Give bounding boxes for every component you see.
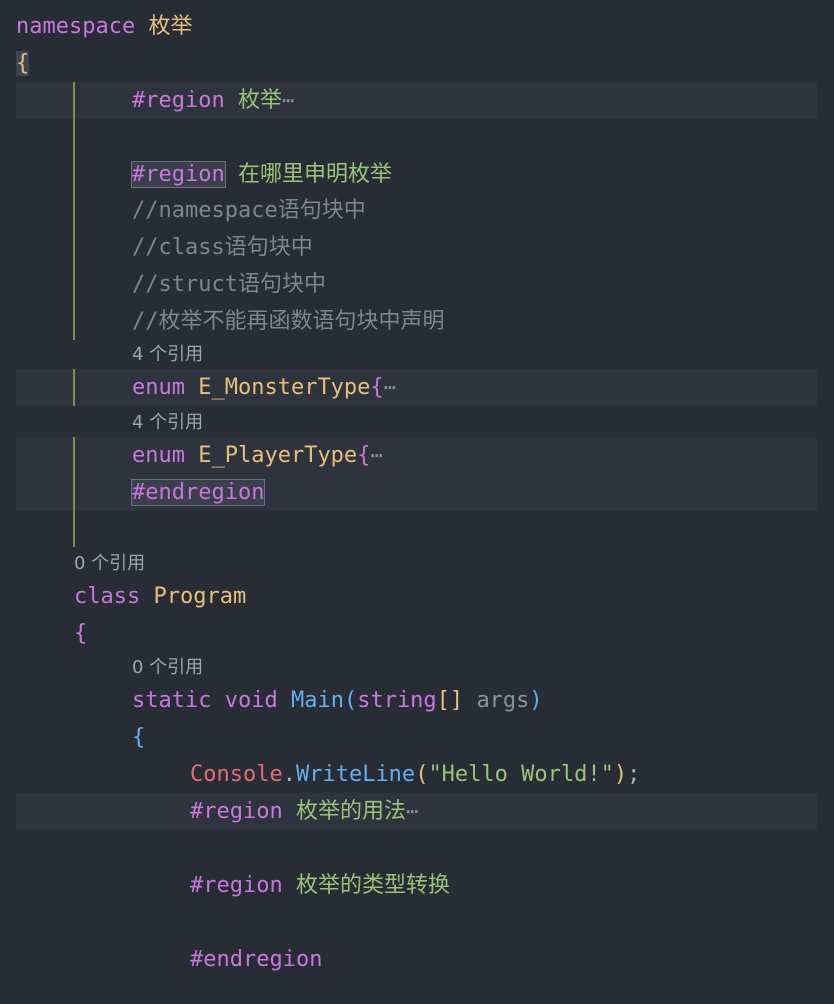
- brace: {: [132, 725, 146, 750]
- reference-count-codelens[interactable]: 0 个引用: [132, 655, 203, 681]
- code-line: static void Main(string[] args): [132, 682, 543, 719]
- parameter-name: args: [476, 688, 530, 713]
- fold-ellipsis-icon[interactable]: ⋯: [406, 799, 418, 823]
- region-keyword: #region: [131, 161, 226, 188]
- semicolon: ;: [627, 762, 641, 787]
- keyword: void: [224, 688, 278, 713]
- endregion-keyword: #endregion: [190, 947, 323, 972]
- code-line[interactable]: enum E_MonsterType{⋯: [132, 369, 396, 406]
- keyword: class: [74, 584, 141, 609]
- indent-guide: [73, 82, 75, 340]
- comment-line: //struct语句块中: [132, 272, 326, 297]
- namespace-name: 枚举: [148, 14, 193, 39]
- dot: .: [282, 762, 296, 787]
- string-literal: "Hello World!": [428, 762, 614, 787]
- paren: ): [613, 762, 628, 787]
- code-line: #endregion: [130, 474, 266, 511]
- brace: {: [16, 51, 30, 76]
- code-line: #region 在哪里申明枚举: [131, 156, 392, 193]
- endregion-keyword: #endregion: [130, 479, 266, 506]
- method-name: Main: [290, 688, 344, 713]
- keyword: string: [357, 688, 437, 713]
- code-line: class Program: [74, 578, 246, 615]
- fold-ellipsis-icon[interactable]: ⋯: [370, 443, 382, 467]
- keyword: enum: [132, 375, 185, 400]
- code-line: {: [132, 719, 145, 756]
- region-name: 枚举的类型转换: [295, 873, 450, 898]
- code-line[interactable]: #region 枚举⋯: [132, 82, 294, 119]
- reference-count-codelens[interactable]: 0 个引用: [74, 551, 145, 577]
- class-ref: Console: [190, 762, 283, 787]
- indent-guide: [73, 369, 75, 406]
- region-keyword: #region: [190, 799, 283, 824]
- indent-guide: [73, 437, 75, 547]
- code-line: #endregion: [190, 941, 322, 978]
- code-line: {: [74, 615, 87, 652]
- region-name: 枚举的用法: [295, 799, 406, 824]
- code-line[interactable]: #region 枚举的用法⋯: [190, 793, 418, 830]
- code-line: namespace 枚举: [16, 8, 192, 45]
- comment-line: //枚举不能再函数语句块中声明: [132, 309, 445, 334]
- method-call: WriteLine: [295, 762, 416, 787]
- fold-ellipsis-icon[interactable]: ⋯: [384, 375, 396, 399]
- region-name: 枚举: [237, 88, 282, 113]
- keyword: namespace: [16, 14, 136, 39]
- brace: {: [74, 621, 88, 646]
- brace: {: [370, 375, 384, 400]
- fold-ellipsis-icon[interactable]: ⋯: [282, 88, 294, 112]
- region-keyword: #region: [190, 873, 283, 898]
- code-line: {: [16, 45, 30, 82]
- brace: {: [357, 443, 371, 468]
- paren: ): [529, 688, 543, 713]
- code-line: Console.WriteLine("Hello World!");: [190, 756, 640, 793]
- comment-line: //class语句块中: [132, 235, 313, 260]
- keyword: static: [132, 688, 212, 713]
- region-keyword: #region: [132, 88, 225, 113]
- code-line[interactable]: enum E_PlayerType{⋯: [132, 437, 382, 474]
- class-name: Program: [153, 584, 247, 609]
- paren: (: [343, 688, 358, 713]
- enum-name: E_MonsterType: [198, 375, 371, 400]
- code-line: #region 枚举的类型转换: [190, 867, 450, 904]
- paren: (: [415, 762, 429, 787]
- enum-name: E_PlayerType: [198, 443, 358, 468]
- keyword: enum: [132, 443, 185, 468]
- reference-count-codelens[interactable]: 4 个引用: [132, 410, 203, 436]
- brackets: []: [436, 688, 464, 713]
- code-editor[interactable]: namespace 枚举 { #region 枚举⋯ #region 在哪里申明…: [0, 0, 834, 1004]
- region-name: 在哪里申明枚举: [237, 162, 392, 187]
- reference-count-codelens[interactable]: 4 个引用: [132, 342, 203, 368]
- comment-line: //namespace语句块中: [132, 198, 366, 223]
